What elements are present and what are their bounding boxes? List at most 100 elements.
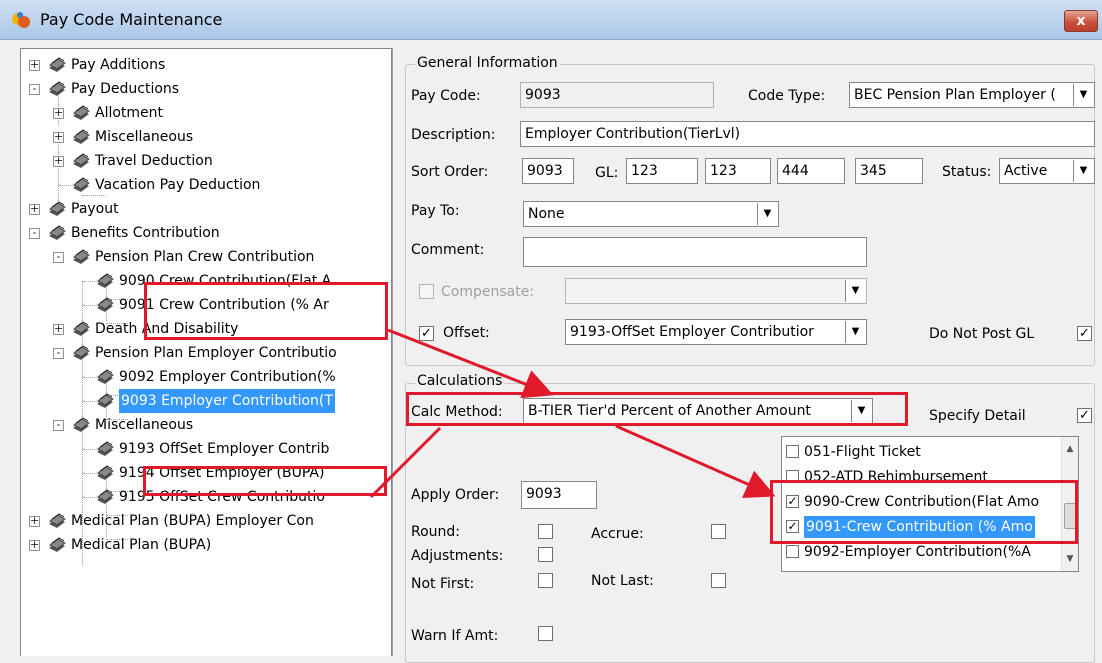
money-stack-icon (73, 345, 90, 360)
calc-method-select[interactable]: B-TIER Tier'd Percent of Another Amount … (523, 398, 873, 424)
chevron-down-icon[interactable]: ▼ (1073, 160, 1093, 182)
expand-icon[interactable]: + (29, 59, 40, 71)
description-field[interactable]: Employer Contribution(TierLvl) (520, 121, 1095, 147)
sort-order-field[interactable]: 9093 (522, 158, 574, 184)
gl-segment-4-field[interactable]: 345 (855, 158, 923, 184)
tree-item[interactable]: - Pension Plan Employer Contributio (21, 341, 391, 365)
tree-item[interactable]: 9091 Crew Contribution (% Ar (21, 293, 391, 317)
detail-item-label: 9090-Crew Contribution(Flat Amo (804, 494, 1040, 510)
collapse-icon[interactable]: - (29, 227, 40, 239)
tree-item-label: Allotment (95, 105, 164, 121)
detail-list-item[interactable]: ✓ 9091-Crew Contribution (% Amo (786, 516, 1062, 538)
expand-icon[interactable]: + (29, 539, 40, 551)
expand-icon[interactable]: + (53, 323, 64, 335)
warn-if-amt-label: Warn If Amt: (411, 628, 499, 644)
detail-item-checkbox[interactable] (786, 470, 799, 483)
tree-item-label: Pension Plan Employer Contributio (95, 345, 337, 361)
pay-code-field[interactable]: 9093 (520, 82, 714, 108)
tree-item[interactable]: 9093 Employer Contribution(T (21, 389, 391, 413)
tree-item[interactable]: + Travel Deduction (21, 149, 391, 173)
tree-item-label: Vacation Pay Deduction (95, 177, 261, 193)
detail-item-checkbox[interactable] (786, 545, 799, 558)
gl-segment-2-field[interactable]: 123 (705, 158, 771, 184)
detail-list-item[interactable]: 051-Flight Ticket (786, 441, 1062, 463)
specify-detail-label: Specify Detail (929, 408, 1026, 424)
pay-to-select[interactable]: None ▼ (523, 201, 779, 227)
tree-item[interactable]: - Pay Deductions (21, 77, 391, 101)
tree-item[interactable]: + Medical Plan (BUPA) Employer Con (21, 509, 391, 533)
code-type-select[interactable]: BEC Pension Plan Employer ( ▼ (849, 82, 1095, 108)
chevron-down-icon[interactable]: ▼ (845, 321, 865, 343)
tree-item[interactable]: - Pension Plan Crew Contribution (21, 245, 391, 269)
detail-item-checkbox[interactable]: ✓ (786, 520, 799, 533)
detail-item-label: 9092-Employer Contribution(%A (804, 544, 1031, 560)
status-select[interactable]: Active ▼ (999, 158, 1095, 184)
tree-item[interactable]: + Payout (21, 197, 391, 221)
expand-icon[interactable]: + (29, 203, 40, 215)
not-first-checkbox[interactable] (538, 573, 553, 588)
tree-item[interactable]: + Medical Plan (BUPA) (21, 533, 391, 557)
tree-item[interactable]: - Miscellaneous (21, 413, 391, 437)
detail-item-checkbox[interactable] (786, 445, 799, 458)
tree-item[interactable]: + Miscellaneous (21, 125, 391, 149)
tree-item[interactable]: 9092 Employer Contribution(% (21, 365, 391, 389)
calc-method-label: Calc Method: (411, 404, 503, 420)
scroll-down-icon[interactable]: ▼ (1062, 551, 1078, 567)
tree-item-label: 9193 OffSet Employer Contrib (119, 441, 330, 457)
expand-icon[interactable]: + (53, 155, 64, 167)
scroll-thumb[interactable] (1064, 503, 1076, 529)
details-panel: General Information Pay Code: 9093 Code … (392, 48, 1102, 663)
specify-detail-list[interactable]: 051-Flight Ticket 052-ATD Rehimbursement ✓… (781, 436, 1079, 572)
close-button[interactable]: x (1064, 10, 1098, 32)
chevron-down-icon[interactable]: ▼ (845, 280, 865, 302)
comment-field[interactable] (523, 237, 867, 267)
tree-item[interactable]: + Death And Disability (21, 317, 391, 341)
tree-item[interactable]: 9194 Offset Employer (BUPA) (21, 461, 391, 485)
money-stack-icon (49, 81, 66, 96)
tree-item-label: Medical Plan (BUPA) (71, 537, 212, 553)
not-last-checkbox[interactable] (711, 573, 726, 588)
tree-item-label: 9091 Crew Contribution (% Ar (119, 297, 329, 313)
tree-item[interactable]: Vacation Pay Deduction (21, 173, 391, 197)
offset-checkbox[interactable]: ✓ (419, 326, 434, 341)
detail-list-item[interactable]: 9092-Employer Contribution(%A (786, 541, 1062, 563)
chevron-down-icon[interactable]: ▼ (757, 203, 777, 225)
gl-segment-3-field[interactable]: 444 (777, 158, 845, 184)
list-scrollbar[interactable]: ▲ ▼ (1061, 437, 1078, 571)
tree-item-label: Pay Deductions (71, 81, 180, 97)
apply-order-field[interactable]: 9093 (521, 481, 597, 509)
expand-icon[interactable]: + (29, 515, 40, 527)
title-bar: Pay Code Maintenance x (0, 0, 1102, 40)
detail-list-item[interactable]: 052-ATD Rehimbursement (786, 466, 1062, 488)
tree-item[interactable]: 9193 OffSet Employer Contrib (21, 437, 391, 461)
detail-item-checkbox[interactable]: ✓ (786, 495, 799, 508)
tree-item[interactable]: 9090 Crew Contribution(Flat A (21, 269, 391, 293)
collapse-icon[interactable]: - (53, 347, 64, 359)
collapse-icon[interactable]: - (53, 419, 64, 431)
sort-order-label: Sort Order: (411, 164, 489, 180)
warn-if-amt-checkbox[interactable] (538, 626, 553, 641)
collapse-icon[interactable]: - (29, 83, 40, 95)
status-value: Active (1004, 163, 1048, 179)
scroll-up-icon[interactable]: ▲ (1062, 441, 1078, 457)
tree-item[interactable]: 9195 OffSet Crew Contributio (21, 485, 391, 509)
tree-item[interactable]: + Allotment (21, 101, 391, 125)
gl-segment-1-field[interactable]: 123 (626, 158, 698, 184)
compensate-select[interactable]: ▼ (565, 278, 867, 304)
expand-icon[interactable]: + (53, 131, 64, 143)
chevron-down-icon[interactable]: ▼ (1073, 84, 1093, 106)
adjustments-checkbox[interactable] (538, 547, 553, 562)
accrue-checkbox[interactable] (711, 524, 726, 539)
chevron-down-icon[interactable]: ▼ (851, 400, 871, 422)
expand-icon[interactable]: + (53, 107, 64, 119)
round-checkbox[interactable] (538, 524, 553, 539)
collapse-icon[interactable]: - (53, 251, 64, 263)
do-not-post-gl-checkbox[interactable]: ✓ (1077, 326, 1092, 341)
money-stack-icon (73, 105, 90, 120)
offset-select[interactable]: 9193-OffSet Employer Contributior ▼ (565, 319, 867, 345)
tree-item[interactable]: - Benefits Contribution (21, 221, 391, 245)
tree-item[interactable]: + Pay Additions (21, 53, 391, 77)
detail-list-item[interactable]: ✓ 9090-Crew Contribution(Flat Amo (786, 491, 1062, 513)
compensate-checkbox[interactable] (419, 284, 434, 299)
specify-detail-checkbox[interactable]: ✓ (1077, 408, 1092, 423)
